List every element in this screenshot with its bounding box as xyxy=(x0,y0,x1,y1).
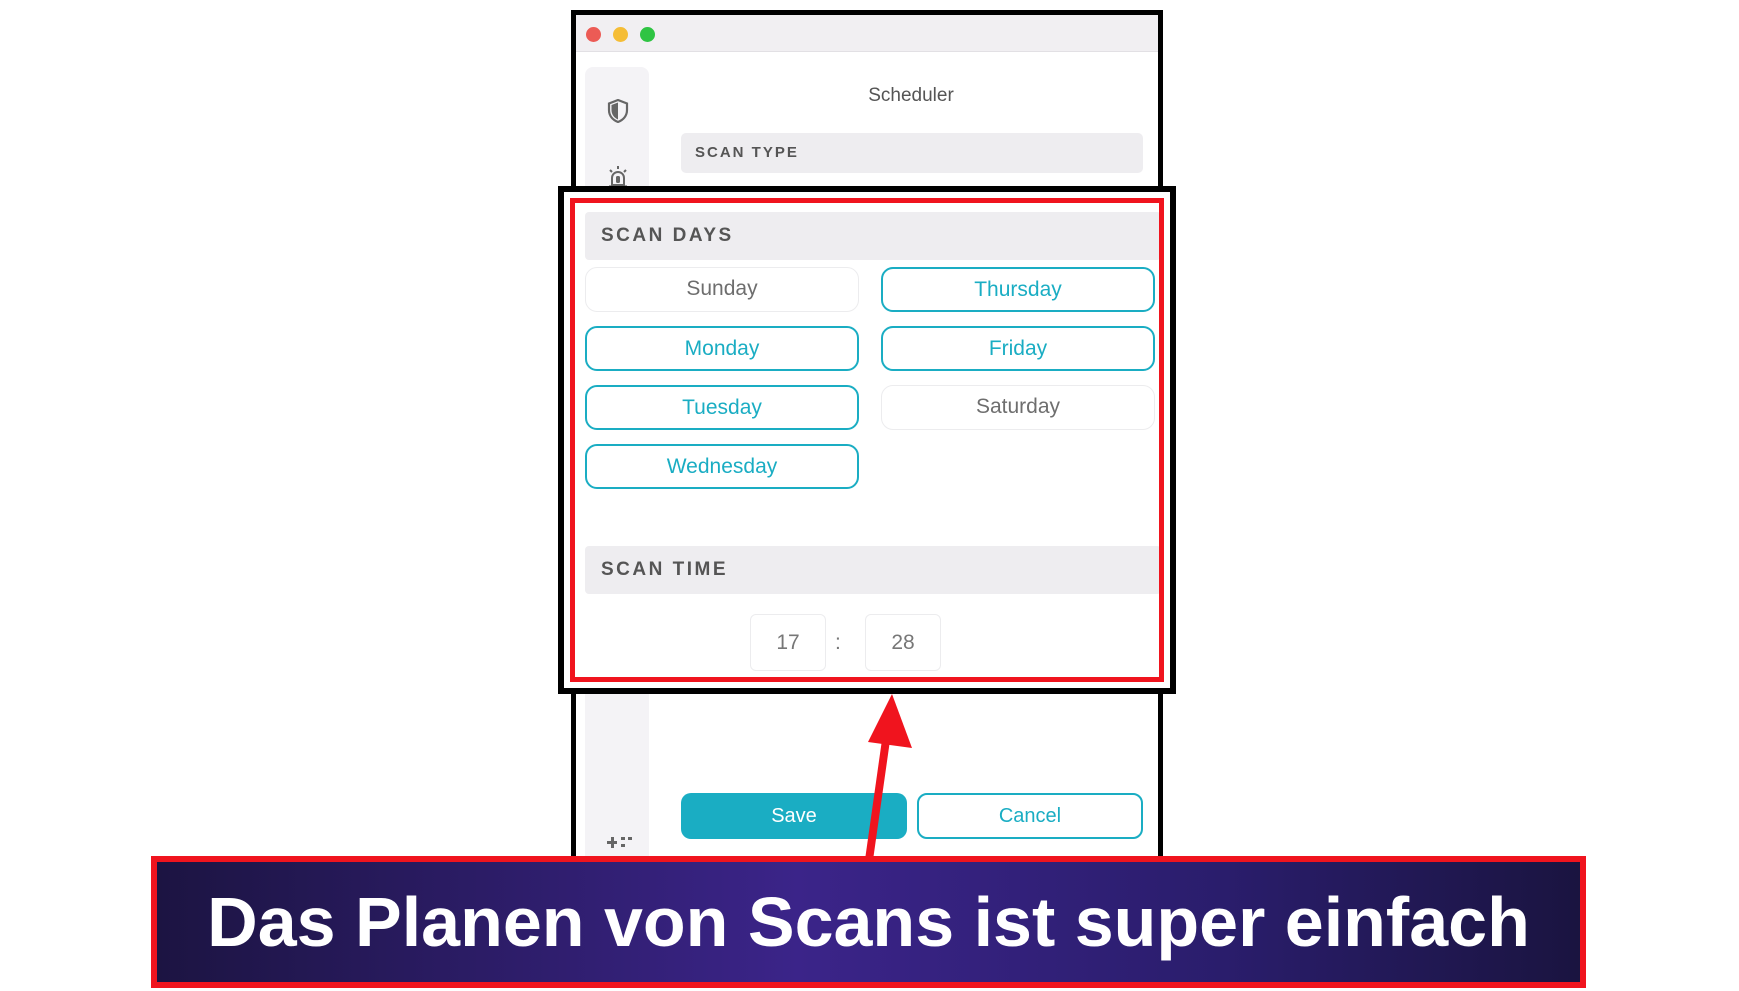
scan-type-header: SCAN TYPE xyxy=(681,133,1143,173)
scan-days-header: SCAN DAYS xyxy=(585,212,1159,260)
day-thursday-button[interactable]: Thursday xyxy=(881,267,1155,312)
pointer-arrow-icon xyxy=(865,694,912,864)
shield-icon[interactable] xyxy=(607,98,629,124)
zoomed-scheduler-panel: SCAN DAYS Sunday Monday Tuesday Wednesda… xyxy=(558,186,1176,694)
day-tuesday-button[interactable]: Tuesday xyxy=(585,385,859,430)
minute-input[interactable]: 28 xyxy=(865,614,941,671)
time-separator: : xyxy=(835,631,841,654)
page-title: Scheduler xyxy=(868,85,954,106)
caption-text: Das Planen von Scans ist super einfach xyxy=(207,883,1530,961)
hour-input[interactable]: 17 xyxy=(750,614,826,671)
scan-time-header: SCAN TIME xyxy=(585,546,1159,594)
minimize-window-button[interactable] xyxy=(613,27,628,42)
title-bar xyxy=(576,15,1158,52)
cancel-button[interactable]: Cancel xyxy=(917,793,1143,839)
zoom-window-button[interactable] xyxy=(640,27,655,42)
day-sunday-button[interactable]: Sunday xyxy=(585,267,859,312)
day-wednesday-button[interactable]: Wednesday xyxy=(585,444,859,489)
day-saturday-button[interactable]: Saturday xyxy=(881,385,1155,430)
highlight-frame: SCAN DAYS Sunday Monday Tuesday Wednesda… xyxy=(570,198,1164,682)
stage: Scheduler SCAN TYPE Save Cancel SCAN DAY… xyxy=(0,0,1739,991)
day-monday-button[interactable]: Monday xyxy=(585,326,859,371)
close-window-button[interactable] xyxy=(586,27,601,42)
caption-banner: Das Planen von Scans ist super einfach xyxy=(151,856,1586,988)
day-friday-button[interactable]: Friday xyxy=(881,326,1155,371)
